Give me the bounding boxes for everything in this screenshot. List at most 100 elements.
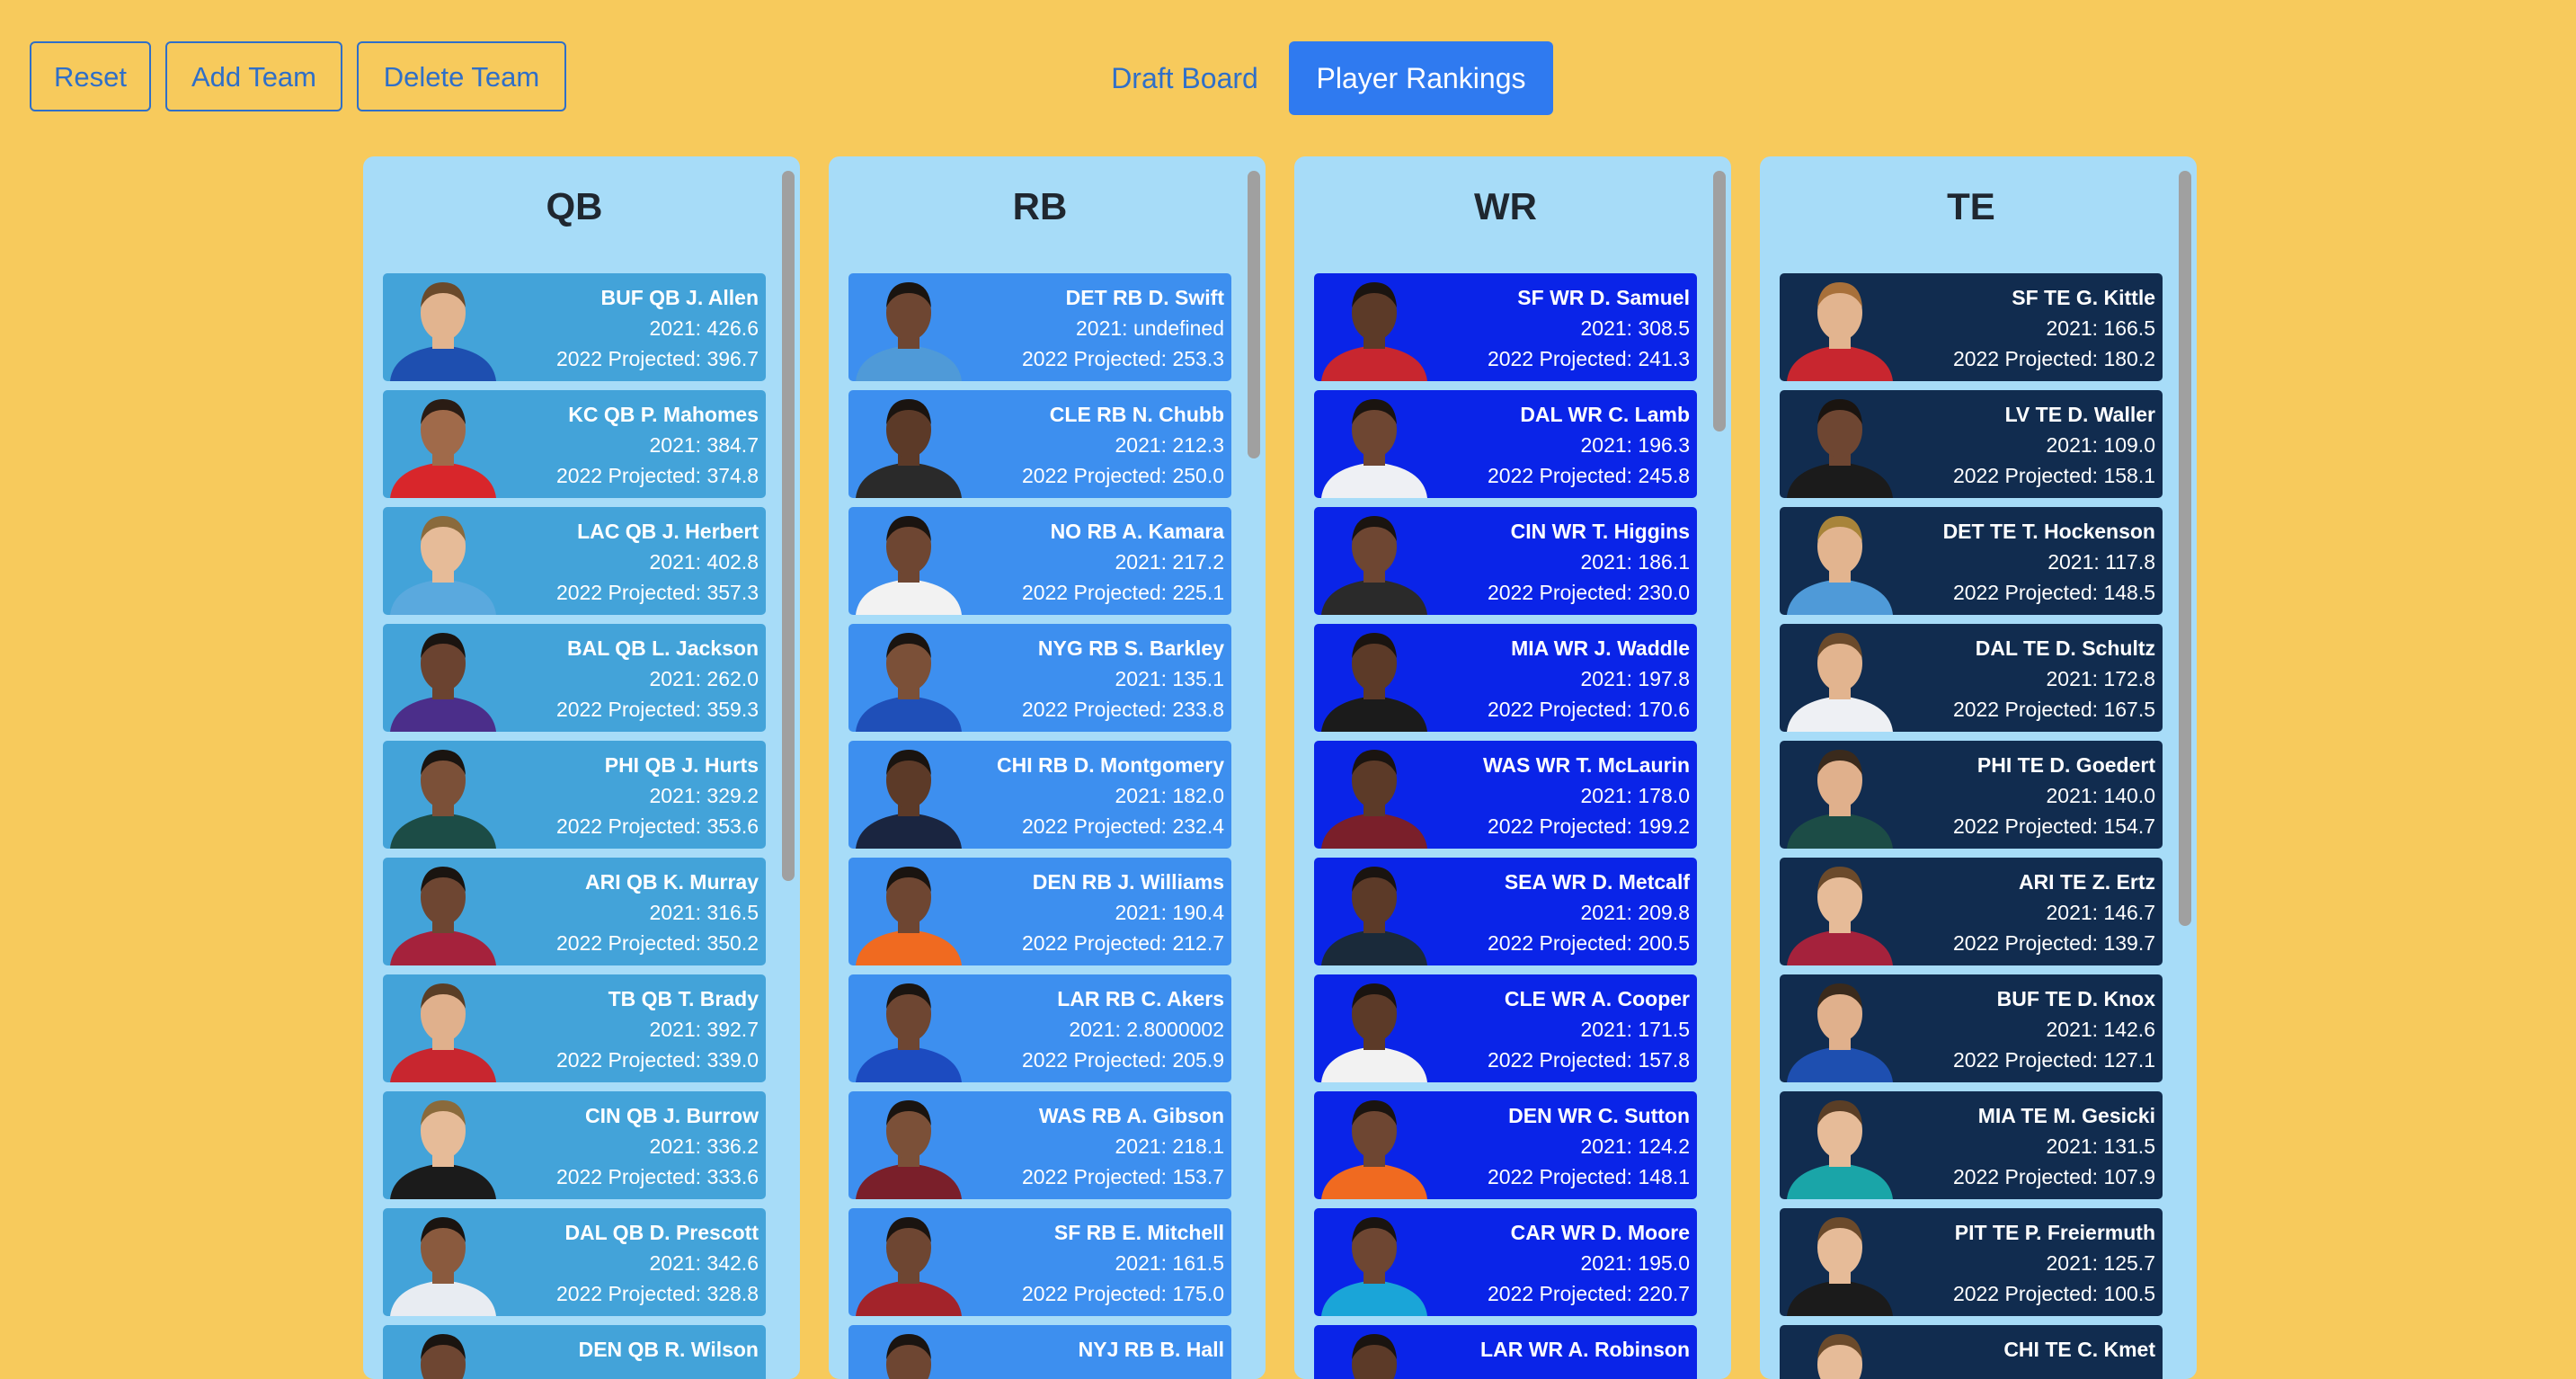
player-card[interactable]: CHI TE C. Kmet (1780, 1325, 2163, 1379)
player-card[interactable]: CHI RB D. Montgomery 2021: 182.0 2022 Proj… (848, 741, 1231, 849)
player-info: BUF QB J. Allen 2021: 426.6 2022 Projected… (556, 282, 759, 374)
projected-2022: 2022 Projected: 107.9 (1952, 1165, 2155, 1188)
player-card[interactable]: WAS WR T. McLaurin 2021: 178.0 2022 Projec… (1314, 741, 1697, 849)
scrollbar[interactable] (1248, 162, 1260, 1366)
player-name: DAL QB D. Prescott (564, 1221, 759, 1244)
player-card[interactable]: BUF TE D. Knox 2021: 142.6 2022 Projected:… (1780, 974, 2163, 1082)
player-card[interactable]: CIN WR T. Higgins 2021: 186.1 2022 Project… (1314, 507, 1697, 615)
add-team-button[interactable]: Add Team (165, 41, 342, 111)
player-card[interactable]: SEA WR D. Metcalf 2021: 209.8 2022 Project… (1314, 858, 1697, 965)
player-card[interactable]: LAR RB C. Akers 2021: 2.8000002 2022 Proje… (848, 974, 1231, 1082)
scroll-thumb[interactable] (1713, 171, 1726, 431)
projected-2022: 2022 Projected: 175.0 (1021, 1282, 1224, 1305)
tab-player-rankings[interactable]: Player Rankings (1289, 41, 1553, 115)
player-card[interactable]: CLE RB N. Chubb 2021: 212.3 2022 Projected… (848, 390, 1231, 498)
scroll-thumb[interactable] (1248, 171, 1260, 458)
player-card[interactable]: ARI QB K. Murray 2021: 316.5 2022 Projecte… (383, 858, 766, 965)
projected-2022: 2022 Projected: 139.7 (1952, 931, 2155, 955)
player-photo (848, 390, 969, 498)
reset-button[interactable]: Reset (30, 41, 151, 111)
column-wr[interactable]: WR SF WR D. Samuel 2021: 308.5 2022 Projec… (1294, 156, 1731, 1379)
points-2021: 2021: 109.0 (2046, 433, 2155, 457)
player-info: PHI TE D. Goedert 2021: 140.0 2022 Project… (1953, 750, 2155, 841)
player-card[interactable]: CLE WR A. Cooper 2021: 171.5 2022 Projecte… (1314, 974, 1697, 1082)
player-card[interactable]: MIA TE M. Gesicki 2021: 131.5 2022 Project… (1780, 1091, 2163, 1199)
tab-draft-board[interactable]: Draft Board (1098, 41, 1271, 115)
player-card[interactable]: LAC QB J. Herbert 2021: 402.8 2022 Project… (383, 507, 766, 615)
column-qb[interactable]: QB BUF QB J. Allen 2021: 426.6 2022 Projec… (363, 156, 800, 1379)
player-card[interactable]: DAL WR C. Lamb 2021: 196.3 2022 Projected:… (1314, 390, 1697, 498)
points-2021: 2021: undefined (1076, 316, 1224, 340)
projected-2022: 2022 Projected: 232.4 (1021, 814, 1224, 838)
player-info: CIN WR T. Higgins 2021: 186.1 2022 Project… (1488, 516, 1690, 608)
player-card[interactable]: PHI TE D. Goedert 2021: 140.0 2022 Project… (1780, 741, 2163, 849)
player-card[interactable]: PIT TE P. Freiermuth 2021: 125.7 2022 Proj… (1780, 1208, 2163, 1316)
points-2021: 2021: 384.7 (649, 433, 759, 457)
projected-2022: 2022 Projected: 127.1 (1952, 1048, 2155, 1072)
player-card[interactable]: DEN WR C. Sutton 2021: 124.2 2022 Projecte… (1314, 1091, 1697, 1199)
player-name: BAL QB L. Jackson (566, 636, 759, 660)
player-info: CHI RB D. Montgomery 2021: 182.0 2022 Proj… (997, 750, 1224, 841)
player-name: LAC QB J. Herbert (577, 520, 759, 543)
player-photo (1314, 507, 1435, 615)
player-photo (848, 858, 969, 965)
player-card[interactable]: DEN QB R. Wilson (383, 1325, 766, 1379)
player-card[interactable]: MIA WR J. Waddle 2021: 197.8 2022 Projecte… (1314, 624, 1697, 732)
points-2021: 2021: 402.8 (649, 550, 759, 574)
points-2021: 2021: 182.0 (1115, 784, 1224, 807)
player-photo (848, 1208, 969, 1316)
player-card[interactable]: ARI TE Z. Ertz 2021: 146.7 2022 Projected:… (1780, 858, 2163, 965)
player-name: CIN QB J. Burrow (585, 1104, 759, 1127)
player-card[interactable]: KC QB P. Mahomes 2021: 384.7 2022 Projecte… (383, 390, 766, 498)
player-card[interactable]: DET RB D. Swift 2021: undefined 2022 Proje… (848, 273, 1231, 381)
player-card[interactable]: SF WR D. Samuel 2021: 308.5 2022 Projected… (1314, 273, 1697, 381)
player-card[interactable]: DAL QB D. Prescott 2021: 342.6 2022 Projec… (383, 1208, 766, 1316)
player-name: MIA WR J. Waddle (1511, 636, 1690, 660)
player-card[interactable]: SF RB E. Mitchell 2021: 161.5 2022 Project… (848, 1208, 1231, 1316)
projected-2022: 2022 Projected: 212.7 (1021, 931, 1224, 955)
player-card[interactable]: LAR WR A. Robinson (1314, 1325, 1697, 1379)
toolbar: Reset Add Team Delete Team Draft Board P… (0, 0, 2576, 126)
player-card[interactable]: NYJ RB B. Hall (848, 1325, 1231, 1379)
player-card[interactable]: DAL TE D. Schultz 2021: 172.8 2022 Project… (1780, 624, 2163, 732)
scrollbar[interactable] (782, 162, 795, 1366)
points-2021: 2021: 125.7 (2046, 1251, 2155, 1275)
player-info: CIN QB J. Burrow 2021: 336.2 2022 Projecte… (556, 1100, 759, 1192)
column-te[interactable]: TE SF TE G. Kittle 2021: 166.5 2022 Projec… (1760, 156, 2197, 1379)
player-card[interactable]: BUF QB J. Allen 2021: 426.6 2022 Projected… (383, 273, 766, 381)
player-card[interactable]: NYG RB S. Barkley 2021: 135.1 2022 Project… (848, 624, 1231, 732)
player-card[interactable]: DET TE T. Hockenson 2021: 117.8 2022 Proje… (1780, 507, 2163, 615)
scrollbar[interactable] (2179, 162, 2191, 1366)
points-2021: 2021: 117.8 (2047, 550, 2155, 574)
projected-2022: 2022 Projected: 154.7 (1952, 814, 2155, 838)
column-rb[interactable]: RB DET RB D. Swift 2021: undefined 2022 Pr… (829, 156, 1266, 1379)
player-card[interactable]: NO RB A. Kamara 2021: 217.2 2022 Projected… (848, 507, 1231, 615)
player-card[interactable]: CIN QB J. Burrow 2021: 336.2 2022 Projecte… (383, 1091, 766, 1199)
projected-2022: 2022 Projected: 200.5 (1487, 931, 1690, 955)
points-2021: 2021: 329.2 (649, 784, 759, 807)
player-card[interactable]: LV TE D. Waller 2021: 109.0 2022 Projected… (1780, 390, 2163, 498)
player-card[interactable]: WAS RB A. Gibson 2021: 218.1 2022 Projecte… (848, 1091, 1231, 1199)
projected-2022: 2022 Projected: 205.9 (1021, 1048, 1224, 1072)
projected-2022: 2022 Projected: 158.1 (1952, 464, 2155, 487)
player-info: DET TE T. Hockenson 2021: 117.8 2022 Proje… (1943, 516, 2155, 608)
player-info: LAC QB J. Herbert 2021: 402.8 2022 Project… (556, 516, 759, 608)
player-card[interactable]: CAR WR D. Moore 2021: 195.0 2022 Projected… (1314, 1208, 1697, 1316)
projected-2022: 2022 Projected: 359.3 (555, 698, 759, 721)
player-card[interactable]: SF TE G. Kittle 2021: 166.5 2022 Projected… (1780, 273, 2163, 381)
player-card[interactable]: BAL QB L. Jackson 2021: 262.0 2022 Project… (383, 624, 766, 732)
player-info: PHI QB J. Hurts 2021: 329.2 2022 Projected… (556, 750, 759, 841)
player-name: CAR WR D. Moore (1510, 1221, 1690, 1244)
scroll-thumb[interactable] (782, 171, 795, 881)
scrollbar[interactable] (1713, 162, 1726, 1366)
scroll-thumb[interactable] (2179, 171, 2191, 926)
player-photo (383, 624, 503, 732)
player-photo (848, 624, 969, 732)
player-card[interactable]: PHI QB J. Hurts 2021: 329.2 2022 Projected… (383, 741, 766, 849)
projected-2022: 2022 Projected: 153.7 (1021, 1165, 1224, 1188)
delete-team-button[interactable]: Delete Team (357, 41, 566, 111)
player-card[interactable]: DEN RB J. Williams 2021: 190.4 2022 Projec… (848, 858, 1231, 965)
player-name: PHI TE D. Goedert (1976, 753, 2155, 777)
player-photo (1780, 390, 1900, 498)
player-card[interactable]: TB QB T. Brady 2021: 392.7 2022 Projected:… (383, 974, 766, 1082)
